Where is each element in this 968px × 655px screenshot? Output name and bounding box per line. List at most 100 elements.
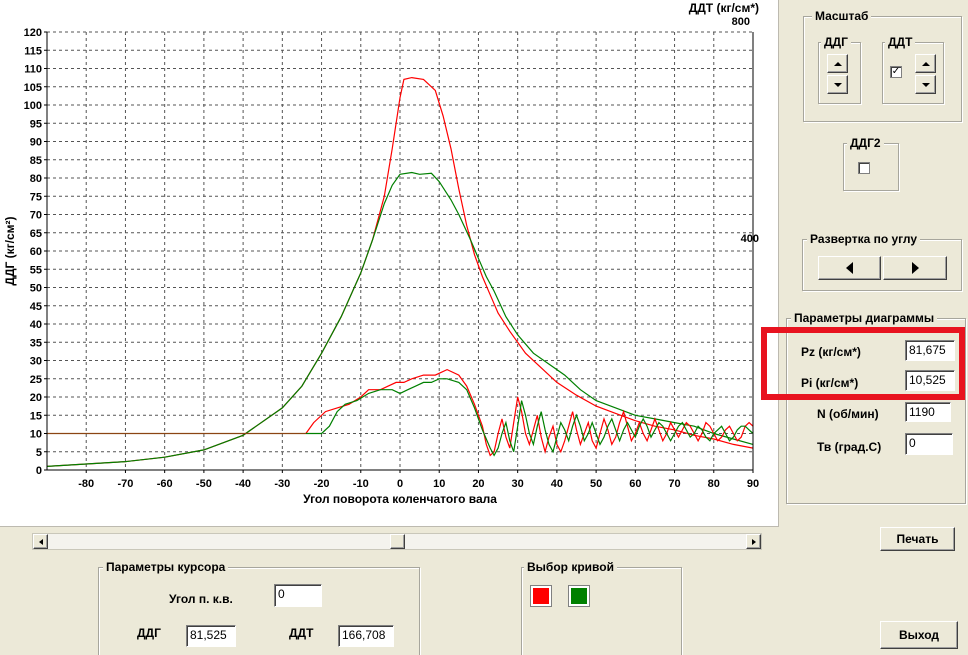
pressure-chart[interactable]: 0 5 10 15 20 25 30 35 40 45 50 55 60 65 70 75 80 85 90 95 10…	[0, 0, 778, 526]
x-tick-label: 10	[433, 478, 445, 490]
y-tick-label: 110	[24, 64, 42, 76]
rpm-value: 1190	[905, 402, 951, 422]
arrow-left-icon	[846, 262, 853, 274]
scroll-thumb[interactable]	[390, 534, 405, 549]
x-tick-label: 40	[551, 478, 563, 490]
curve-green-swatch[interactable]	[568, 585, 590, 607]
arrow-down-icon	[921, 82, 930, 87]
y-tick-label: 60	[30, 246, 42, 258]
right-tick-400: 400	[741, 233, 759, 245]
y-tick-label: 85	[30, 155, 42, 167]
right-axis-title: ДДТ (кг/см*)	[689, 1, 759, 15]
print-button[interactable]: Печать	[880, 527, 955, 551]
chart-panel: 0 5 10 15 20 25 30 35 40 45 50 55 60 65 70 75 80 85 90 95 10…	[0, 0, 779, 527]
ddg2-group: ДДГ2	[843, 136, 899, 191]
y-tick-label: 10	[30, 429, 42, 441]
cursor-params-title: Параметры курсора	[103, 560, 229, 574]
arrow-up-icon	[921, 61, 930, 66]
curve-select-group: Выбор кривой	[521, 560, 682, 655]
x-tick-label: 90	[747, 478, 759, 490]
y-tick-label: 25	[30, 374, 42, 386]
cursor-ddg-value: 81,525	[186, 625, 236, 647]
ddt-scale-up-button[interactable]	[915, 54, 936, 73]
arrow-up-icon	[833, 61, 842, 66]
y-tick-label: 100	[24, 100, 42, 112]
ddg2-group-title: ДДГ2	[847, 136, 884, 150]
ddt-scale-group: ДДТ ✓	[882, 35, 944, 104]
y-tick-label: 65	[30, 228, 42, 240]
sweep-left-button[interactable]	[818, 256, 881, 280]
ddg-scale-down-button[interactable]	[827, 75, 848, 94]
x-tick-label: -10	[353, 478, 369, 490]
arrow-right-icon	[911, 262, 919, 274]
y-axis-title: ДДГ (кг/см²)	[3, 216, 17, 285]
y-tick-label: 30	[30, 356, 42, 368]
sweep-group-title: Развертка по углу	[807, 232, 921, 246]
x-tick-label: 50	[590, 478, 602, 490]
y-tick-label: 95	[30, 118, 42, 130]
x-tick-label: 20	[472, 478, 484, 490]
arrow-right-icon	[751, 538, 756, 545]
x-tick-label: -60	[157, 478, 173, 490]
y-tick-label: 115	[24, 45, 42, 57]
temp-value: 0	[905, 433, 953, 455]
crank-angle-label: Угол п. к.в.	[169, 592, 233, 606]
arrow-left-icon	[38, 538, 43, 545]
scroll-left-button[interactable]	[33, 534, 48, 549]
y-tick-label: 75	[30, 191, 42, 203]
x-axis-title: Угол поворота коленчатого вала	[303, 492, 497, 506]
curve-red-swatch[interactable]	[530, 585, 552, 607]
ddg-scale-group: ДДГ	[818, 35, 861, 104]
x-tick-label: -50	[196, 478, 212, 490]
temp-label: Тв (град.С)	[817, 440, 882, 454]
highlight-box	[761, 327, 965, 400]
y-tick-label: 15	[30, 410, 42, 422]
diagram-params-title: Параметры диаграммы	[791, 311, 938, 325]
x-tick-label: 30	[512, 478, 524, 490]
y-tick-label: 105	[24, 82, 42, 94]
series-line-2	[305, 368, 754, 457]
y-tick-label: 50	[30, 283, 42, 295]
ddt-checkbox[interactable]: ✓	[890, 66, 902, 78]
crank-angle-input[interactable]: 0	[274, 584, 322, 607]
scale-group-title: Масштаб	[812, 9, 872, 23]
y-tick-label: 35	[30, 337, 42, 349]
y-tick-label: 120	[24, 27, 42, 39]
y-tick-label: 20	[30, 392, 42, 404]
horizontal-scrollbar[interactable]	[32, 533, 762, 550]
sweep-group: Развертка по углу	[802, 232, 962, 291]
curve-select-title: Выбор кривой	[524, 560, 617, 574]
right-tick-800: 800	[732, 16, 750, 28]
y-tick-label: 40	[30, 319, 42, 331]
y-tick-label: 90	[30, 137, 42, 149]
x-tick-label: 70	[668, 478, 680, 490]
ddt-scale-title: ДДТ	[885, 35, 916, 49]
x-tick-label: -20	[314, 478, 330, 490]
y-tick-label: 5	[36, 447, 42, 459]
ddt-scale-down-button[interactable]	[915, 75, 936, 94]
cursor-ddt-value: 166,708	[338, 625, 394, 647]
ddg2-checkbox[interactable]	[858, 162, 870, 174]
x-tick-label: 0	[397, 478, 403, 490]
y-tick-label: 55	[30, 264, 42, 276]
sweep-right-button[interactable]	[883, 256, 947, 280]
scale-group: Масштаб ДДГ ДДТ ✓	[803, 9, 962, 122]
cursor-ddg-label: ДДГ	[137, 626, 161, 640]
arrow-down-icon	[833, 82, 842, 87]
x-tick-label: -80	[78, 478, 94, 490]
y-tick-label: 70	[30, 210, 42, 222]
y-tick-label: 80	[30, 173, 42, 185]
ddg-scale-up-button[interactable]	[827, 54, 848, 73]
x-tick-label: 60	[629, 478, 641, 490]
x-tick-label: 80	[708, 478, 720, 490]
x-tick-label: -30	[274, 478, 290, 490]
x-tick-label: -40	[235, 478, 251, 490]
ddg-scale-title: ДДГ	[821, 35, 851, 49]
y-tick-label: 0	[36, 465, 42, 477]
exit-button[interactable]: Выход	[880, 621, 958, 649]
x-tick-label: -70	[117, 478, 133, 490]
cursor-params-group: Параметры курсора Угол п. к.в. 0 ДДГ 81,…	[98, 560, 420, 655]
rpm-label: N (об/мин)	[817, 407, 879, 421]
y-tick-label: 45	[30, 301, 42, 313]
scroll-right-button[interactable]	[746, 534, 761, 549]
